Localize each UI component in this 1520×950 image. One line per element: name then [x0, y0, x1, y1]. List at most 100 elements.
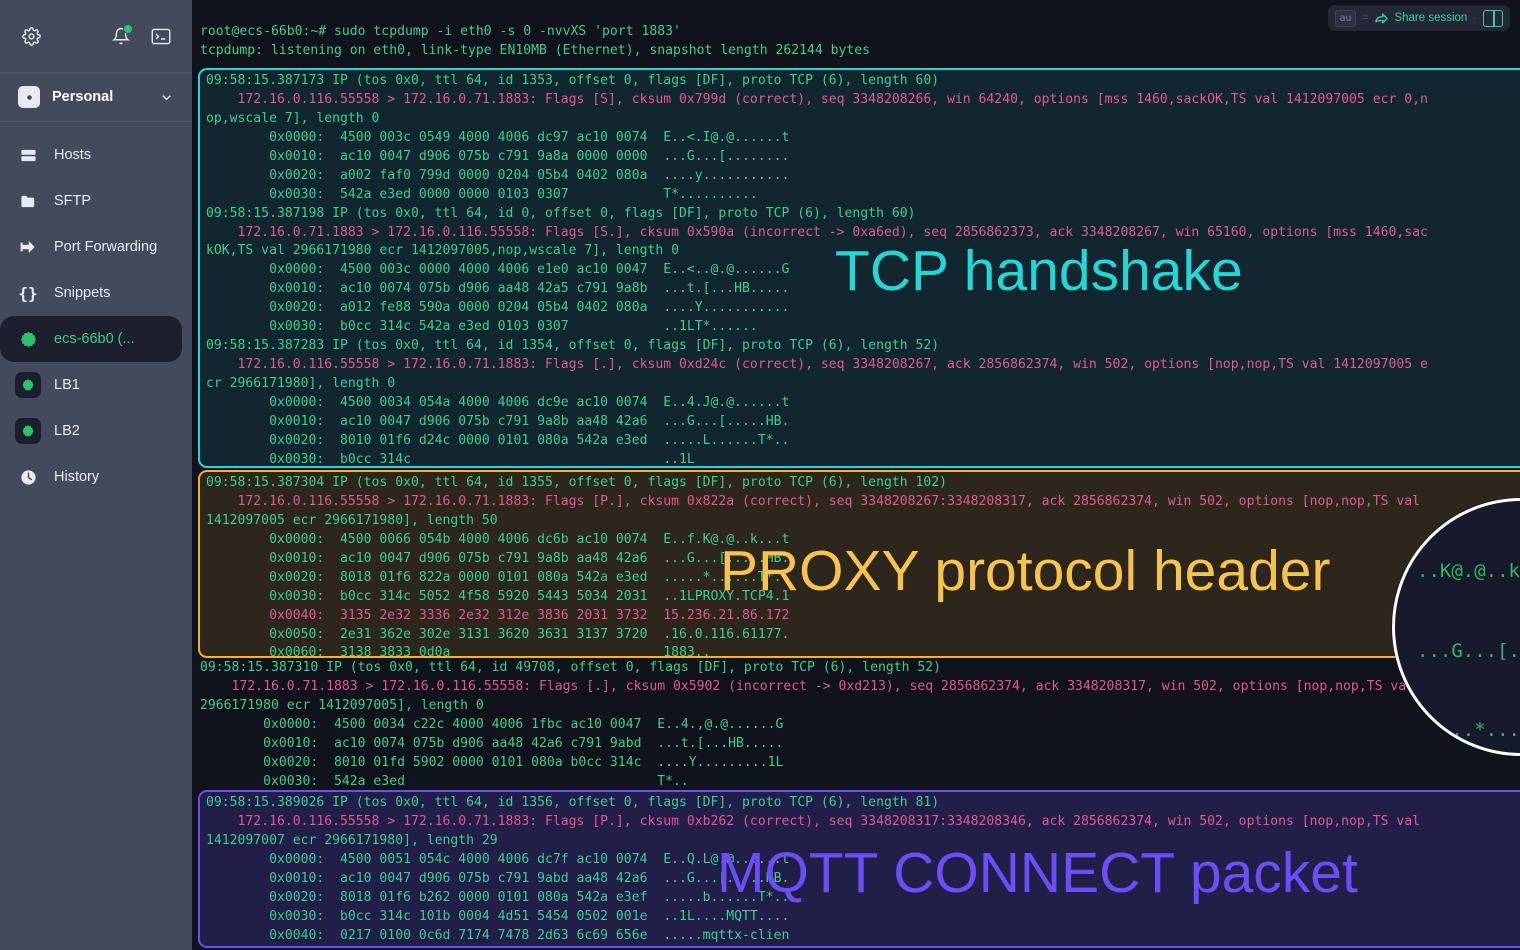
terminal-line: 0x0000: 4500 0066 054b 4000 4006 dc6b ac… — [206, 531, 790, 547]
sidebar-item-snippets[interactable]: {} Snippets — [0, 270, 192, 316]
sidebar-item-history[interactable]: History — [0, 454, 192, 500]
terminal-pane[interactable]: au = Share session · root@ecs-66b0:~# su… — [192, 0, 1520, 950]
tcp-handshake-lines: 09:58:15.387173 IP (tos 0x0, ttl 64, id … — [206, 72, 1520, 467]
terminal-line: 09:58:15.389026 IP (tos 0x0, ttl 64, id … — [206, 795, 940, 810]
sidebar-item-sftp[interactable]: SFTP — [0, 178, 192, 224]
notification-badge — [123, 24, 133, 34]
session-dot: · — [1473, 12, 1477, 24]
terminal-line: 0x0030: 542a e3ed T*.. — [200, 773, 689, 789]
connection-icon — [15, 418, 41, 444]
account-switcher[interactable]: Personal — [0, 73, 192, 121]
terminal-line: 0x0030: 542a e3ed 0000 0000 0103 0307 T*… — [206, 186, 758, 202]
ack-packet-lines: 09:58:15.387310 IP (tos 0x0, ttl 64, id … — [200, 659, 1520, 792]
connection-icon — [18, 331, 38, 348]
terminal-line: 0x0020: a002 faf0 799d 0000 0204 05b4 04… — [206, 167, 790, 183]
share-session-label: Share session — [1394, 12, 1468, 24]
terminal-line: 172.16.0.116.55558 > 172.16.0.71.1883: F… — [206, 493, 1420, 509]
terminal-line: 0x0030: b0cc 314c ..1L — [206, 451, 695, 467]
sidebar-item-label: LB2 — [54, 423, 80, 439]
terminal-line: 1412097005 ecr 2966171980], length 50 — [206, 512, 498, 528]
clock-icon — [18, 469, 38, 486]
terminal-line: op,wscale 7], length 0 — [206, 110, 380, 126]
terminal-line: 0x0060: 3138 3833 0d0a 1883.. — [206, 645, 711, 658]
mqtt-connect-lines: 09:58:15.389026 IP (tos 0x0, ttl 64, id … — [206, 794, 1520, 946]
mqtt-connect-region: 09:58:15.389026 IP (tos 0x0, ttl 64, id … — [198, 790, 1520, 948]
account-name: Personal — [52, 89, 114, 105]
terminal-line: 0x0010: ac10 0047 d906 075b c791 9a8b aa… — [206, 413, 790, 429]
server-icon — [18, 147, 38, 164]
terminal-line: 0x0020: a012 fe88 590a 0000 0204 05b4 04… — [206, 300, 790, 316]
braces-icon: {} — [18, 283, 38, 303]
terminal-line: 09:58:15.387198 IP (tos 0x0, ttl 64, id … — [206, 205, 916, 221]
terminal-line: root@ecs-66b0:~# sudo tcpdump -i eth0 -s… — [200, 24, 681, 39]
terminal-line: 0x0000: 4500 003c 0000 4000 4006 e1e0 ac… — [206, 262, 790, 278]
terminal-line: 0x0030: b0cc 314c 542a e3ed 0103 0307 ..… — [206, 319, 758, 335]
sidebar: Personal Hosts SFTP Port Forwarding {} S… — [0, 0, 192, 950]
terminal-line: 0x0010: ac10 0074 075b d906 aa48 42a6 c7… — [200, 735, 784, 751]
share-session-button[interactable]: Share session — [1374, 11, 1467, 26]
terminal-line: 1412097007 ecr 2966171980], length 29 — [206, 832, 498, 848]
terminal-line: 0x0000: 4500 003c 0549 4000 4006 dc97 ac… — [206, 129, 790, 145]
sidebar-item-hosts[interactable]: Hosts — [0, 132, 192, 178]
folder-icon — [18, 193, 38, 210]
terminal-line: 172.16.0.116.55558 > 172.16.0.71.1883: F… — [206, 91, 1428, 107]
proxy-protocol-lines: 09:58:15.387304 IP (tos 0x0, ttl 64, id … — [206, 474, 1520, 658]
session-separator: = — [1362, 12, 1369, 24]
terminal-line: cr 2966171980], length 0 — [206, 376, 396, 391]
sidebar-item-lb2[interactable]: LB2 — [0, 408, 192, 454]
terminal-line: 0x0020: 8018 01f6 822a 0000 0101 080a 54… — [206, 569, 790, 585]
settings-gear-icon[interactable] — [18, 23, 44, 49]
chevron-down-icon[interactable] — [159, 90, 174, 105]
terminal-line: 0x0040: 0217 0100 0c6d 7174 7478 2d63 6c… — [206, 927, 790, 943]
share-arrow-icon — [1374, 11, 1389, 26]
terminal-line: 172.16.0.71.1883 > 172.16.0.116.55558: F… — [200, 678, 1414, 694]
sidebar-toolbar — [0, 0, 192, 72]
terminal-line: 172.16.0.116.55558 > 172.16.0.71.1883: F… — [206, 357, 1428, 373]
terminal-line: 2966171980 ecr 1412097005], length 0 — [200, 697, 484, 713]
terminal-line: 0x0000: 4500 0034 054a 4000 4006 dc9e ac… — [206, 394, 790, 410]
terminal-line: 0x0010: ac10 0047 d906 075b c791 9abd aa… — [206, 870, 790, 886]
terminal-line: 0x0030: b0cc 314c 101b 0004 4d51 5454 05… — [206, 908, 790, 924]
terminal-line: 0x0020: 8018 01f6 b262 0000 0101 080a 54… — [206, 889, 790, 905]
magnifier-content: ..K@.@..k.. ...G...[.....HB. .....*.....… — [1417, 505, 1520, 753]
sidebar-item-label: Snippets — [54, 285, 111, 301]
sidebar-nav: Hosts SFTP Port Forwarding {} Snippets e… — [0, 122, 192, 500]
split-pane-icon[interactable] — [1483, 9, 1503, 27]
sidebar-item-label: LB1 — [54, 377, 80, 393]
terminal-line: 0x0000: 4500 0051 054c 4000 4006 dc7f ac… — [206, 851, 790, 867]
connection-icon — [15, 372, 41, 398]
terminal-line: 09:58:15.387304 IP (tos 0x0, ttl 64, id … — [206, 475, 948, 490]
session-toolbar: au = Share session · — [1328, 5, 1510, 31]
sidebar-item-ecs-66b0[interactable]: ecs-66b0 (... — [0, 316, 182, 362]
terminal-line: 172.16.0.116.55558 > 172.16.0.71.1883: F… — [206, 813, 1420, 829]
sidebar-item-label: Hosts — [54, 147, 92, 163]
terminal-line: 0x0010: ac10 0074 075b d906 aa48 42a5 c7… — [206, 281, 790, 297]
sidebar-item-lb1[interactable]: LB1 — [0, 362, 192, 408]
terminal-line: 0x0000: 4500 0034 c22c 4000 4006 1fbc ac… — [200, 716, 784, 732]
account-avatar-icon — [18, 86, 40, 108]
terminal-line: 0x0010: ac10 0047 d906 075b c791 9a8b aa… — [206, 550, 790, 566]
terminal-line: tcpdump: listening on eth0, link-type EN… — [200, 42, 871, 58]
sidebar-item-label: SFTP — [54, 193, 92, 209]
terminal-line: 0x0030: b0cc 314c 5052 4f58 5920 5443 50… — [206, 588, 790, 604]
terminal-line: kOK,TS val 2966171980 ecr 1412097005,nop… — [206, 243, 679, 259]
terminal-line: 09:58:15.387283 IP (tos 0x0, ttl 64, id … — [206, 338, 940, 354]
terminal-icon[interactable] — [148, 23, 174, 49]
notifications-bell-icon[interactable] — [108, 23, 134, 49]
session-avatar[interactable]: au — [1335, 9, 1357, 27]
forward-arrow-icon — [18, 238, 38, 256]
app-window: Personal Hosts SFTP Port Forwarding {} S… — [0, 0, 1520, 950]
sidebar-item-port-forwarding[interactable]: Port Forwarding — [0, 224, 192, 270]
magnifier-line: .....*.......T*.. — [1417, 719, 1520, 741]
tcp-handshake-region: 09:58:15.387173 IP (tos 0x0, ttl 64, id … — [198, 68, 1520, 468]
terminal-line: 0x0040: 3135 2e32 3336 2e32 312e 3836 20… — [206, 607, 790, 623]
proxy-protocol-region: 09:58:15.387304 IP (tos 0x0, ttl 64, id … — [198, 470, 1520, 658]
terminal-line: 172.16.0.71.1883 > 172.16.0.116.55558: F… — [206, 224, 1428, 240]
terminal-line: 0x0020: 8010 01f6 d24c 0000 0101 080a 54… — [206, 432, 790, 448]
terminal-line: 09:58:15.387310 IP (tos 0x0, ttl 64, id … — [200, 660, 942, 675]
magnifier-line: ...G...[.....HB. — [1417, 639, 1520, 662]
sidebar-item-label: ecs-66b0 (... — [54, 331, 135, 347]
terminal-header-lines: root@ecs-66b0:~# sudo tcpdump -i eth0 -s… — [200, 23, 1520, 61]
terminal-line: 0x0010: ac10 0047 d906 075b c791 9a8a 00… — [206, 148, 790, 164]
magnifier-line: ..K@.@..k.. — [1417, 560, 1520, 582]
